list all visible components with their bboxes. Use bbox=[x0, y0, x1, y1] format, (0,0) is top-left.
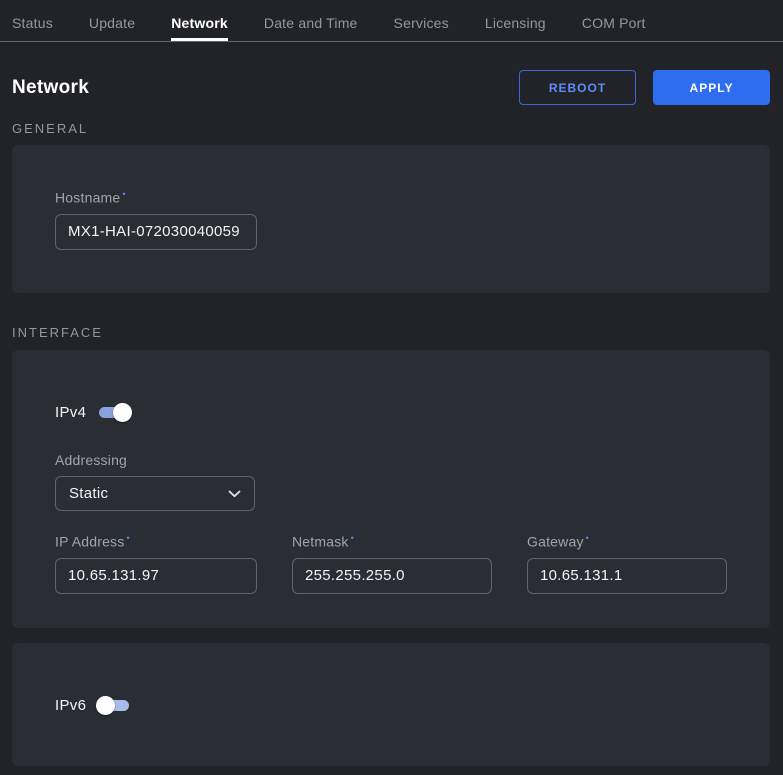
tab-com-port[interactable]: COM Port bbox=[582, 0, 646, 41]
page-title: Network bbox=[12, 77, 89, 99]
ip-address-label: IP Address• bbox=[55, 533, 257, 550]
ip-address-field: IP Address• bbox=[55, 533, 257, 594]
tab-status[interactable]: Status bbox=[12, 0, 53, 41]
gateway-label-text: Gateway bbox=[527, 534, 584, 550]
required-marker-icon: • bbox=[122, 189, 125, 199]
chevron-down-icon bbox=[228, 490, 241, 498]
gateway-input[interactable] bbox=[527, 558, 727, 594]
required-marker-icon: • bbox=[586, 533, 589, 543]
netmask-field: Netmask• bbox=[292, 533, 492, 594]
ipv6-label: IPv6 bbox=[55, 697, 86, 714]
ipv6-toggle[interactable] bbox=[99, 700, 129, 711]
tab-update[interactable]: Update bbox=[89, 0, 135, 41]
hostname-field: Hostname• bbox=[55, 189, 728, 250]
addressing-selected-value: Static bbox=[69, 485, 108, 502]
netmask-input[interactable] bbox=[292, 558, 492, 594]
general-card: Hostname• bbox=[12, 145, 770, 293]
section-label-general: GENERAL bbox=[12, 121, 770, 136]
tab-services[interactable]: Services bbox=[394, 0, 449, 41]
interface-card: IPv4 Addressing Static IP Address• Netma… bbox=[12, 350, 770, 628]
gateway-label: Gateway• bbox=[527, 533, 727, 550]
toggle-knob bbox=[113, 403, 132, 422]
required-marker-icon: • bbox=[126, 533, 129, 543]
toggle-knob bbox=[96, 696, 115, 715]
netmask-label-text: Netmask bbox=[292, 534, 349, 550]
ip-settings-row: IP Address• Netmask• Gateway• bbox=[55, 533, 728, 594]
apply-button[interactable]: APPLY bbox=[653, 70, 770, 105]
network-page: Network REBOOT APPLY GENERAL Hostname• I… bbox=[0, 70, 783, 766]
ipv4-label: IPv4 bbox=[55, 404, 86, 421]
addressing-label: Addressing bbox=[55, 452, 728, 468]
ip-address-input[interactable] bbox=[55, 558, 257, 594]
ipv6-toggle-row: IPv6 bbox=[55, 695, 728, 715]
ipv6-card: IPv6 bbox=[12, 643, 770, 766]
hostname-label: Hostname• bbox=[55, 189, 728, 206]
tab-network[interactable]: Network bbox=[171, 0, 228, 41]
tab-bar: Status Update Network Date and Time Serv… bbox=[0, 0, 783, 42]
reboot-button[interactable]: REBOOT bbox=[519, 70, 636, 105]
tab-date-and-time[interactable]: Date and Time bbox=[264, 0, 358, 41]
ipv4-toggle[interactable] bbox=[99, 407, 129, 418]
ip-address-label-text: IP Address bbox=[55, 534, 124, 550]
hostname-label-text: Hostname bbox=[55, 190, 120, 206]
addressing-field: Addressing Static bbox=[55, 452, 728, 511]
netmask-label: Netmask• bbox=[292, 533, 492, 550]
hostname-input[interactable] bbox=[55, 214, 257, 250]
required-marker-icon: • bbox=[351, 533, 354, 543]
ipv4-toggle-row: IPv4 bbox=[55, 402, 728, 422]
gateway-field: Gateway• bbox=[527, 533, 727, 594]
header-actions: REBOOT APPLY bbox=[519, 70, 770, 105]
addressing-select[interactable]: Static bbox=[55, 476, 255, 511]
page-header: Network REBOOT APPLY bbox=[12, 70, 770, 105]
section-label-interface: INTERFACE bbox=[12, 325, 770, 340]
tab-licensing[interactable]: Licensing bbox=[485, 0, 546, 41]
